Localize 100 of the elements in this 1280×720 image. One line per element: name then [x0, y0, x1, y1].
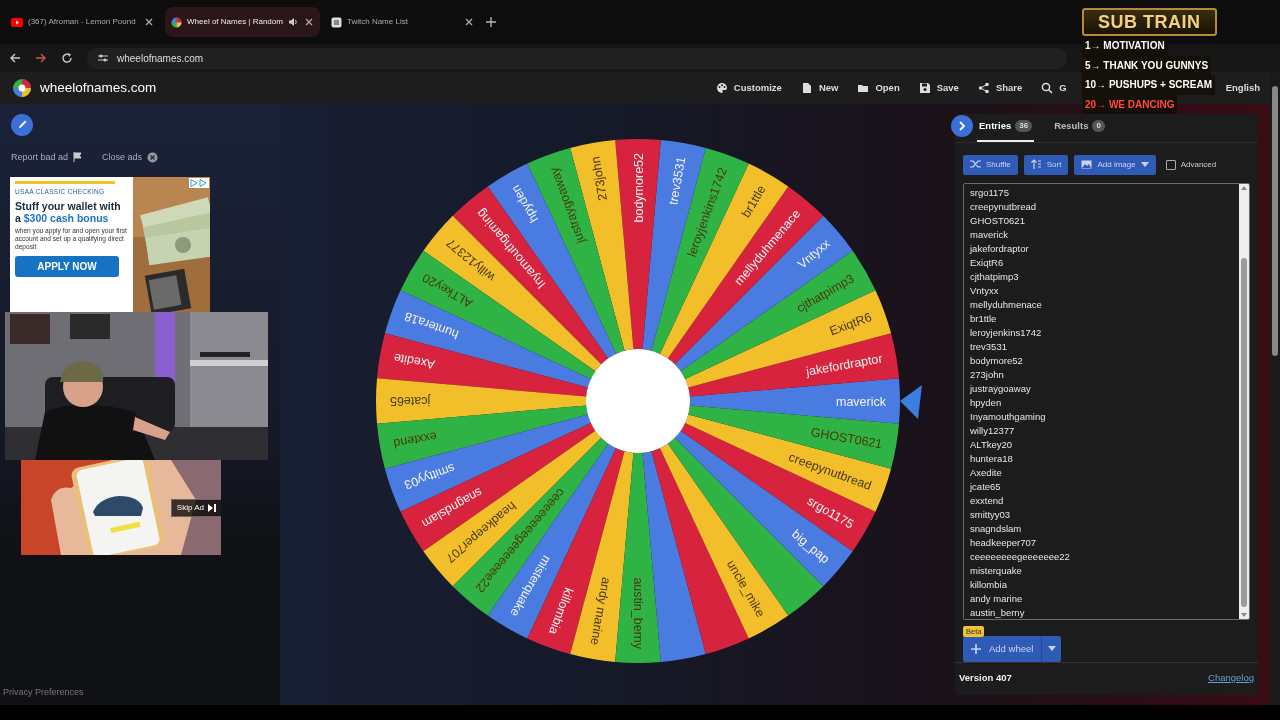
tool-button[interactable]: Sort — [1023, 154, 1069, 175]
pencil-icon — [16, 119, 28, 130]
segment-label: GHOST0621 — [809, 424, 884, 451]
entry-text: killombia — [970, 577, 1008, 592]
entry-text: Axedite — [970, 465, 1003, 480]
nav-button[interactable]: Save — [918, 80, 959, 95]
collapse-button[interactable] — [951, 114, 973, 137]
pointer-icon — [900, 384, 922, 419]
entry-text: trev3531 — [970, 339, 1008, 354]
tool-button[interactable]: Shuffle — [963, 154, 1018, 175]
entry-text: bodymore52 — [970, 353, 1024, 368]
entry-text: maverick — [970, 227, 1009, 242]
checkbox[interactable] — [1165, 159, 1176, 170]
nav-button[interactable]: Customize — [715, 80, 782, 95]
video-icon — [11, 17, 23, 27]
entries-textarea[interactable] — [963, 182, 1250, 620]
new-tab-icon[interactable] — [485, 16, 497, 28]
version-text: Version 407 — [959, 670, 1012, 685]
entry-text: creepynutbread — [970, 199, 1038, 214]
tab-title: Twitch Name List — [347, 16, 408, 28]
entry-text: br1ttle — [970, 311, 998, 326]
edit-button[interactable] — [11, 113, 33, 136]
language-selector[interactable]: English — [1225, 80, 1260, 95]
privacy-link[interactable]: Privacy Preferences — [3, 685, 280, 699]
segment-label: trev3531 — [666, 155, 689, 206]
brand-name: wheelofnames.com — [40, 78, 157, 97]
segment-label: exxtend — [392, 428, 438, 450]
entry-text: misterquake — [970, 563, 1023, 578]
close-icon[interactable] — [304, 17, 314, 27]
count-badge: 36 — [1015, 119, 1033, 132]
entry-text: justraygoaway — [970, 381, 1032, 396]
entry-text: headkeeper707 — [970, 535, 1038, 550]
close-ads-link[interactable]: Close ads — [102, 150, 159, 164]
page-icon — [331, 16, 342, 28]
plus-icon — [971, 643, 981, 654]
nav-button[interactable]: Open — [857, 80, 900, 95]
reload-icon[interactable] — [61, 52, 73, 64]
report-ad-link[interactable]: Report bad ad — [11, 150, 83, 164]
site-brand[interactable]: wheelofnames.com — [12, 77, 157, 98]
entry-text: huntera18 — [970, 451, 1014, 466]
entry-text: 273john — [970, 367, 1005, 382]
close-icon[interactable] — [464, 17, 474, 27]
entry-text: andy marine — [970, 591, 1024, 606]
skip-icon — [208, 504, 216, 512]
segment-label: 273john — [588, 154, 611, 202]
address-bar[interactable]: wheelofnames.com — [87, 47, 1067, 69]
file-icon — [800, 81, 813, 94]
back-icon[interactable] — [9, 52, 21, 64]
close-icon[interactable] — [144, 17, 154, 27]
goal-text: 1→ MOTIVATION — [1082, 36, 1168, 56]
tab-title: (367) Afroman - Lemon Pound — [28, 16, 136, 28]
nav-button[interactable]: G — [1041, 80, 1067, 95]
entry-text: jcate65 — [970, 479, 1002, 494]
logo-icon — [12, 77, 32, 98]
shuffle-icon — [970, 159, 981, 171]
entry-text: GHOST0621 — [970, 213, 1026, 228]
tab-title: Wheel of Names | Random — [187, 16, 283, 28]
goal-text: 20→ WE DANCING — [1082, 94, 1178, 114]
wheel-hub[interactable] — [586, 348, 690, 453]
apply-button[interactable]: APPLY NOW — [15, 255, 119, 277]
flag-icon — [73, 152, 83, 163]
wheel-icon — [171, 16, 182, 28]
forward-icon[interactable] — [35, 52, 47, 64]
entry-text: willy12377 — [970, 423, 1016, 438]
entry-text: mellyduhmenace — [970, 297, 1043, 312]
segment-label: Axedite — [392, 350, 437, 372]
panel-tab[interactable]: Entries 36 — [977, 113, 1035, 142]
caret-icon — [1047, 646, 1056, 652]
nav-button[interactable]: Share — [977, 80, 1023, 95]
goal-text: 10→ PUSHUPS + SCREAM — [1082, 75, 1215, 95]
entry-text: Inyamouthgaming — [970, 409, 1047, 424]
entry-text: leroyjenkins1742 — [970, 325, 1043, 340]
site-info-icon[interactable] — [97, 53, 109, 63]
browser-tab[interactable]: (367) Afroman - Lemon Pound — [5, 7, 160, 37]
palette-icon — [715, 81, 728, 94]
image-icon — [1081, 159, 1093, 171]
nav-button[interactable]: New — [800, 80, 839, 95]
speaker-icon[interactable] — [288, 17, 299, 27]
scroll-up-icon — [1241, 185, 1247, 190]
browser-tab[interactable]: Wheel of Names | Random — [165, 7, 320, 37]
goal-text: 5→ THANK YOU GUNNYS — [1082, 55, 1212, 75]
page-scrollbar[interactable] — [1270, 72, 1280, 705]
browser-tab[interactable]: Twitch Name List — [325, 7, 480, 37]
add-wheel-button[interactable]: Add wheel — [963, 635, 1042, 662]
segment-label: andy marine — [587, 575, 614, 646]
ad-headline: Stuff your wallet with a $300 cash bonus — [15, 199, 122, 224]
segment-label: austin_berny — [630, 576, 645, 649]
list-scrollbar[interactable] — [1239, 183, 1249, 619]
tool-button[interactable]: Add image — [1074, 154, 1156, 175]
entry-text: jakefordraptor — [970, 241, 1030, 256]
changelog-link[interactable]: Changelog — [1208, 670, 1254, 685]
dropdown-button[interactable] — [1041, 635, 1062, 662]
entry-text: hpyden — [970, 395, 1003, 410]
chevron-icon — [957, 120, 967, 131]
entry-text: Vntyxx — [970, 283, 1000, 298]
share-icon — [977, 81, 990, 94]
segment-label: bodymore52 — [631, 152, 646, 222]
search-icon — [1041, 81, 1054, 94]
skip-ad-button[interactable]: Skip Ad — [170, 499, 221, 517]
count-badge: 0 — [1092, 119, 1105, 132]
